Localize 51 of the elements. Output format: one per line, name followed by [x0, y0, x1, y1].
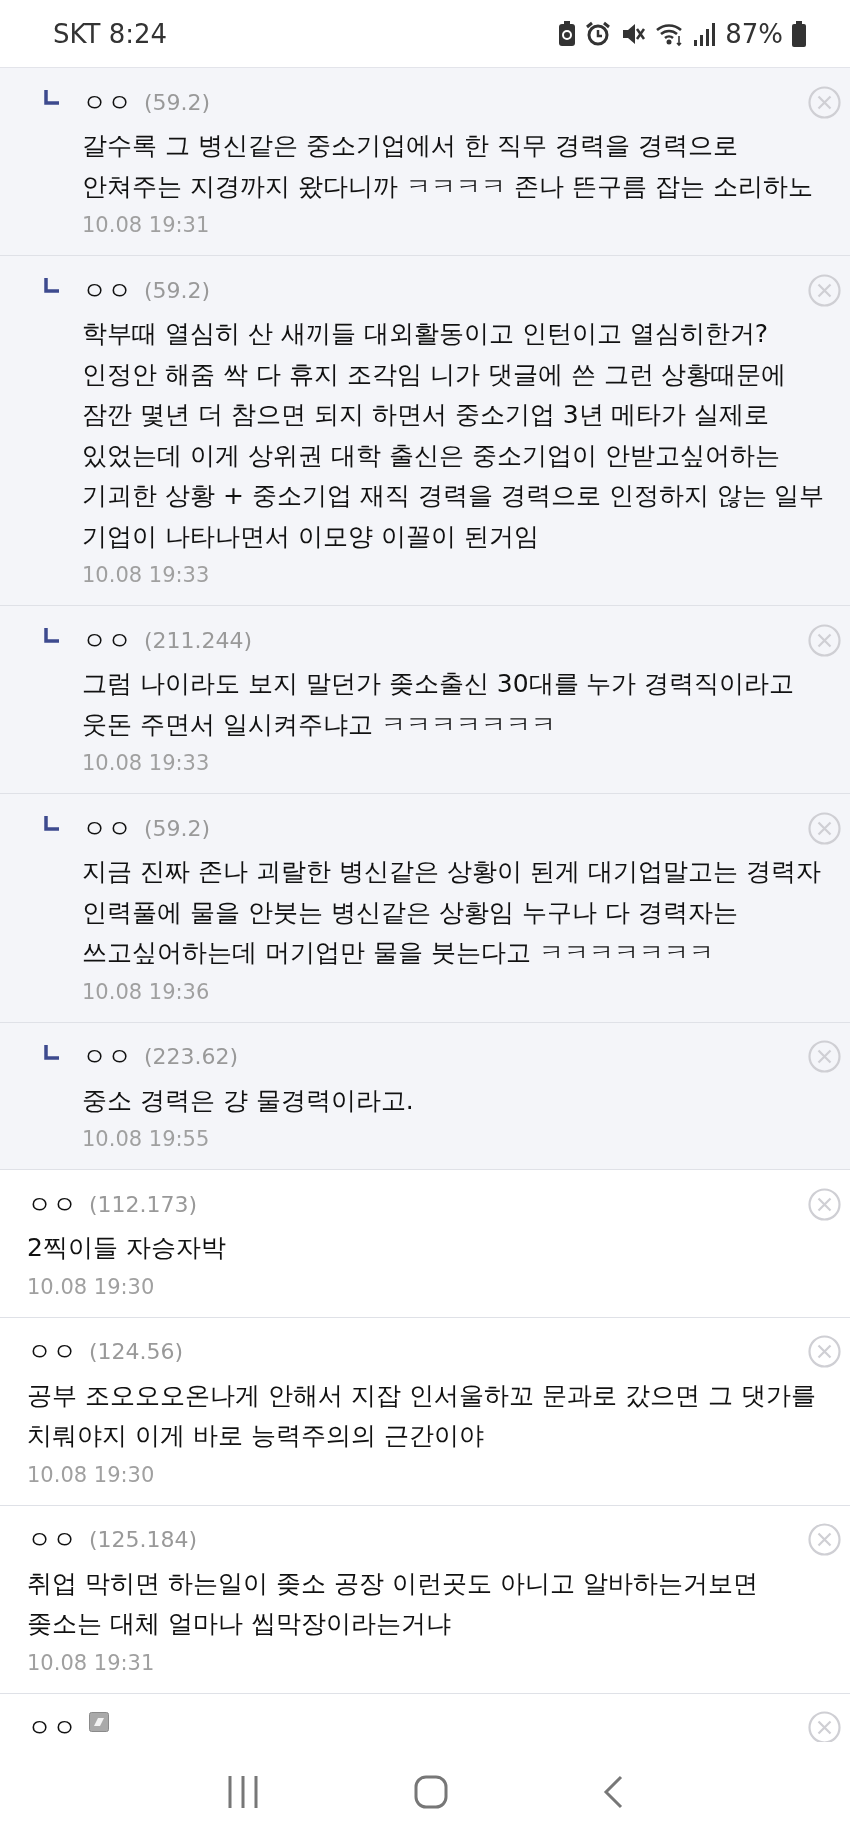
alarm-icon: [585, 20, 612, 47]
comment-date: 10.08 19:30: [27, 1273, 156, 1301]
signal-icon: [694, 21, 717, 46]
ip-address: (223.62): [144, 1044, 239, 1069]
comment-text: 중소 경력은 걍 물경력이라고.: [82, 1084, 415, 1117]
close-icon[interactable]: [808, 1523, 841, 1556]
user-name: ㅇㅇ: [82, 274, 132, 307]
ip-address: (124.56): [89, 1339, 184, 1364]
back-icon[interactable]: [602, 1775, 623, 1809]
user-name: ㅇㅇ: [82, 812, 132, 845]
ip-address: (112.173): [89, 1191, 198, 1217]
comment-date: 10.08 19:55: [82, 1126, 211, 1153]
comment-date: 10.08 19:31: [27, 1649, 156, 1677]
close-icon[interactable]: [808, 273, 841, 307]
comment-text: 갈수록 그 병신같은 중소기업에서 한 직무 경력을 경력으로 안쳐주는 지경까지 왔다니까 ㅋㅋㅋㅋ 존나 뜬구름 잡는 소리하노: [82, 130, 814, 203]
comment-date: 10.08 19:31: [82, 212, 211, 239]
ip-address: (125.184): [89, 1527, 198, 1552]
user-name: ㅇㅇ: [82, 624, 132, 657]
comment-text: 취업 막히면 하는일이 좆소 공장 이런곳도 아니고 알바하는거보면 좆소는 대체 얼마나 씹막장이라는거냐: [27, 1567, 759, 1640]
recent-apps-icon[interactable]: [227, 1775, 260, 1809]
user-name: ㅇㅇ: [82, 86, 132, 119]
user-name: ㅇㅇ: [27, 1712, 77, 1742]
comment-text: 2찍이들 자승자박: [27, 1232, 227, 1264]
user-name: ㅇㅇ: [82, 1041, 132, 1073]
ip-address: (211.244): [144, 627, 253, 653]
close-icon[interactable]: [808, 1040, 841, 1073]
battery-percent: 87%: [725, 18, 783, 49]
ip-address: (59.2): [144, 815, 211, 841]
ip-address: (59.2): [144, 277, 211, 303]
ip-address: (59.2): [144, 89, 211, 115]
comment-text: 그럼 나이라도 보지 말던가 좆소출신 30대를 누가 경력직이라고 웃돈 주면서 일시켜주냐고 ㅋㅋㅋㅋㅋㅋㅋ: [82, 668, 796, 741]
close-icon[interactable]: [808, 1711, 841, 1742]
user-name: ㅇㅇ: [27, 1188, 77, 1221]
comment-date: 10.08 19:33: [82, 750, 211, 777]
comment-text: 지금 진짜 존나 괴랄한 병신같은 상황이 된게 대기업말고는 경력자 인력풀에 물을 안붓는 병신같은 상황임 누구나 다 경력자는 쓰고싶어하는데 머기업만 물을 붓는다고 ㅋㅋㅋㅋㅋㅋㅋ: [82, 856, 822, 969]
battery-saver-icon: [558, 20, 577, 47]
close-icon[interactable]: [808, 623, 841, 657]
comment-text: 학부때 열심히 산 새끼들 대외활동이고 인턴이고 열심히한거? 인정안 해줌 싹 다 휴지 조각임 니가 댓글에 쓴 그런 상황때문에 잠깐 몇년 더 참으면 되지 하면서 중소기업 3년 메타가 실제로 있었는데 이게 상위권 대학 출신은 중소기업이 안받고싶어하는 기괴한 상황 + 중소기업 재직 경력을 경력으로 인정하지 않는 일부 기업이 나타나면서 이모양 이꼴이 된거임: [82, 318, 826, 553]
user-name: ㅇㅇ: [27, 1336, 77, 1368]
comment-date: 10.08 19:30: [27, 1461, 156, 1489]
carrier-time: SKT 8:24: [53, 18, 168, 49]
comment-date: 10.08 19:36: [82, 978, 211, 1006]
close-icon[interactable]: [808, 85, 841, 119]
user-name: ㅇㅇ: [27, 1524, 77, 1556]
comment-date: 10.08 19:33: [82, 562, 211, 589]
battery-icon: [792, 20, 806, 47]
close-icon[interactable]: [808, 1335, 841, 1368]
close-icon[interactable]: [808, 1187, 841, 1221]
comment-text: 공부 조오오오온나게 안해서 지잡 인서울하꼬 문과로 갔으면 그 댓가를 치뤄야지 이게 바로 능력주의의 근간이야: [27, 1379, 817, 1452]
close-icon[interactable]: [808, 811, 841, 845]
home-icon[interactable]: [414, 1775, 448, 1809]
